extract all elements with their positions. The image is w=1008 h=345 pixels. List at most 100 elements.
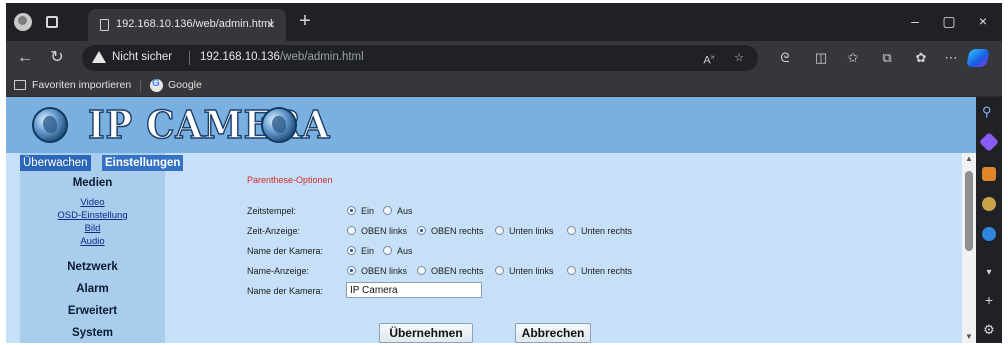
copilot-icon[interactable]	[966, 49, 990, 67]
maximize-button[interactable]: ▢	[938, 11, 960, 31]
timestamp-on-radio[interactable]	[347, 206, 356, 215]
scrollbar-thumb[interactable]	[965, 171, 973, 251]
tab-close-button[interactable]: ×	[262, 14, 280, 34]
name-bottom-right-label[interactable]: Unten rechts	[581, 266, 632, 276]
shopping-tag-icon[interactable]	[979, 132, 999, 152]
security-label[interactable]: Nicht sicher	[112, 51, 172, 63]
bookmark-google[interactable]: Google	[168, 79, 202, 91]
close-window-button[interactable]: ×	[972, 11, 994, 31]
back-icon[interactable]: ←	[14, 47, 36, 69]
time-position-label: Zeit-Anzeige:	[247, 226, 301, 236]
globe-right-icon	[261, 107, 297, 143]
read-aloud-icon[interactable]: A»	[700, 50, 718, 67]
time-top-right-label[interactable]: OBEN rechts	[431, 226, 484, 236]
name-top-right-label[interactable]: OBEN rechts	[431, 266, 484, 276]
globe-left-icon	[32, 107, 68, 143]
camera-name-on-label[interactable]: Ein	[361, 246, 374, 256]
address-divider	[189, 51, 190, 65]
edge-sidebar: ⚲ ▾ + ⚙	[976, 97, 1002, 343]
address-bar[interactable]: Nicht sicher 192.168.10.136/web/admin.ht…	[82, 45, 758, 71]
profile-avatar-icon[interactable]	[14, 13, 32, 31]
tab-strip: 192.168.10.136/web/admin.html × + – ▢ ×	[6, 3, 1002, 41]
timestamp-off-radio[interactable]	[383, 206, 392, 215]
nav-link-video[interactable]: Video	[20, 197, 165, 208]
url-host: 192.168.10.136	[200, 51, 280, 63]
outlook-icon[interactable]	[982, 227, 996, 241]
section-title: Parenthese-Optionen	[247, 175, 333, 185]
tab-title: 192.168.10.136/web/admin.html	[116, 18, 273, 30]
tools-briefcase-icon[interactable]	[982, 167, 996, 181]
sidebar-collapse-icon[interactable]: ▾	[982, 267, 996, 281]
scroll-up-icon[interactable]: ▲	[965, 155, 973, 163]
folder-icon	[14, 80, 26, 90]
nav-link-bild[interactable]: Bild	[20, 223, 165, 234]
scroll-down-icon[interactable]: ▼	[965, 333, 973, 341]
time-top-left-radio[interactable]	[347, 226, 356, 235]
bookmarks-bar: Favoriten importieren Google	[6, 75, 1002, 97]
camera-name-toggle-label: Name der Kamera:	[247, 246, 324, 256]
collections-icon[interactable]: ⧉	[878, 49, 896, 67]
page-scrollbar[interactable]: ▲ ▼	[962, 153, 976, 343]
refresh-icon[interactable]: ↻	[46, 47, 68, 69]
tab-actions-icon[interactable]	[46, 16, 58, 28]
bookmark-import-favorites[interactable]: Favoriten importieren	[32, 79, 131, 91]
tab-einstellungen[interactable]: Einstellungen	[102, 155, 184, 171]
minimize-button[interactable]: –	[904, 11, 926, 31]
time-bottom-right-label[interactable]: Unten rechts	[581, 226, 632, 236]
name-top-left-radio[interactable]	[347, 266, 356, 275]
name-bottom-right-radio[interactable]	[567, 266, 576, 275]
time-bottom-left-radio[interactable]	[495, 226, 504, 235]
bookmark-separator	[140, 80, 141, 92]
url-text[interactable]: 192.168.10.136/web/admin.html	[200, 51, 364, 63]
favorite-star-icon[interactable]: ☆	[730, 50, 748, 66]
page-icon	[100, 19, 109, 31]
apply-button[interactable]: Übernehmen	[379, 323, 473, 343]
sidebar-settings-icon[interactable]: ⚙	[982, 323, 996, 337]
left-navigation: Überwachen Einstellungen Medien Video OS…	[20, 153, 184, 343]
nav-section-system[interactable]: System	[20, 327, 165, 339]
browser-window: 192.168.10.136/web/admin.html × + – ▢ × …	[6, 3, 1002, 343]
nav-link-osd[interactable]: OSD-Einstellung	[20, 210, 165, 221]
name-bottom-left-label[interactable]: Unten links	[509, 266, 554, 276]
osd-settings-form: Parenthese-Optionen Zeitstempel: Ein Aus…	[241, 153, 941, 343]
timestamp-off-label[interactable]: Aus	[397, 206, 413, 216]
name-top-left-label[interactable]: OBEN links	[361, 266, 407, 276]
people-icon[interactable]	[982, 197, 996, 211]
timestamp-on-label[interactable]: Ein	[361, 206, 374, 216]
google-icon	[150, 78, 163, 92]
time-top-left-label[interactable]: OBEN links	[361, 226, 407, 236]
web-page: IP CAMERA Überwachen Einstellungen Medie…	[6, 97, 976, 343]
search-icon[interactable]: ⚲	[982, 105, 996, 119]
name-top-right-radio[interactable]	[417, 266, 426, 275]
nav-section-medien[interactable]: Medien	[20, 177, 165, 189]
split-screen-icon[interactable]: ◫	[812, 49, 830, 67]
nav-tabs: Überwachen Einstellungen	[20, 155, 184, 171]
camera-name-off-radio[interactable]	[383, 246, 392, 255]
time-bottom-right-radio[interactable]	[567, 226, 576, 235]
nav-section-netzwerk[interactable]: Netzwerk	[20, 261, 165, 273]
name-bottom-left-radio[interactable]	[495, 266, 504, 275]
timestamp-label: Zeitstempel:	[247, 206, 297, 216]
nav-link-audio[interactable]: Audio	[20, 236, 165, 247]
camera-name-input-label: Name der Kamera:	[247, 286, 324, 296]
cancel-button[interactable]: Abbrechen	[515, 323, 591, 343]
camera-name-input[interactable]	[346, 282, 482, 298]
copilot-chat-icon[interactable]: ᘓ	[776, 49, 794, 67]
extensions-icon[interactable]: ✿	[912, 49, 930, 67]
sidebar-add-icon[interactable]: +	[982, 293, 996, 307]
favorites-icon[interactable]: ✩	[844, 49, 862, 67]
time-bottom-left-label[interactable]: Unten links	[509, 226, 554, 236]
warning-icon[interactable]	[92, 51, 106, 63]
nav-section-erweitert[interactable]: Erweitert	[20, 305, 165, 317]
time-top-right-radio[interactable]	[417, 226, 426, 235]
camera-name-on-radio[interactable]	[347, 246, 356, 255]
nav-section-alarm[interactable]: Alarm	[20, 283, 165, 295]
new-tab-button[interactable]: +	[294, 11, 316, 33]
browser-tab[interactable]: 192.168.10.136/web/admin.html ×	[88, 9, 286, 41]
camera-name-off-label[interactable]: Aus	[397, 246, 413, 256]
name-position-label: Name-Anzeige:	[247, 266, 310, 276]
more-menu-icon[interactable]: ⋯	[942, 49, 960, 67]
browser-toolbar: ← ↻ Nicht sicher 192.168.10.136/web/admi…	[6, 41, 1002, 75]
camera-banner: IP CAMERA	[6, 97, 976, 153]
tab-ueberwachen[interactable]: Überwachen	[20, 155, 91, 171]
